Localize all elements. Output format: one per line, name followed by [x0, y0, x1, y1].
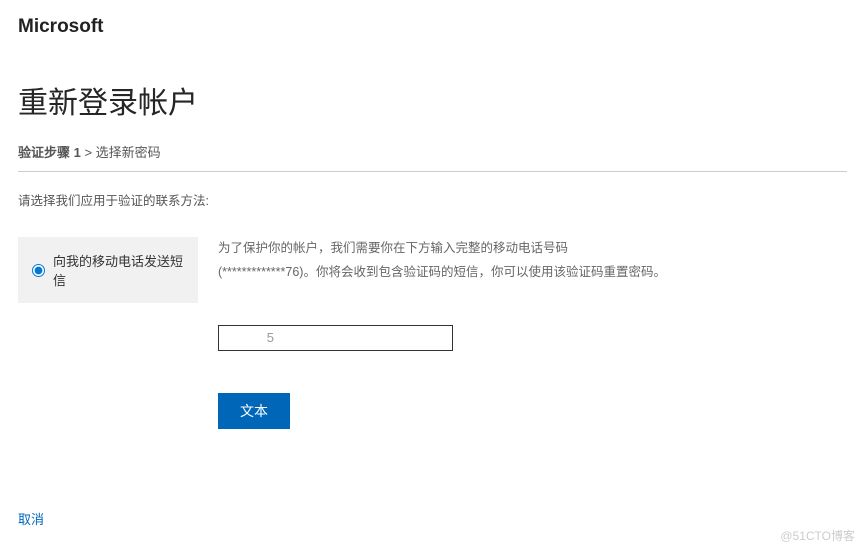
- verification-row: 向我的移动电话发送短信 为了保护你的帐户，我们需要你在下方输入完整的移动电话号码…: [18, 237, 847, 429]
- breadcrumb: 验证步骤 1 > 选择新密码: [18, 142, 847, 161]
- submit-button[interactable]: 文本: [218, 393, 290, 429]
- watermark: @51CTO博客: [780, 527, 855, 544]
- sms-option-label: 向我的移动电话发送短信: [53, 251, 184, 289]
- instruction-text: 请选择我们应用于验证的联系方法:: [18, 190, 847, 209]
- breadcrumb-next: 选择新密码: [96, 145, 161, 160]
- description-line-1: 为了保护你的帐户，我们需要你在下方输入完整的移动电话号码: [218, 237, 847, 261]
- cancel-link[interactable]: 取消: [18, 509, 44, 528]
- brand-logo: Microsoft: [18, 16, 847, 38]
- verification-details: 为了保护你的帐户，我们需要你在下方输入完整的移动电话号码 (**********…: [218, 237, 847, 429]
- divider: [18, 171, 847, 172]
- breadcrumb-current: 验证步骤 1: [18, 145, 81, 160]
- sms-option[interactable]: 向我的移动电话发送短信: [32, 251, 184, 289]
- sms-radio[interactable]: [32, 264, 45, 277]
- description-line-2: (*************76)。你将会收到包含验证码的短信，你可以使用该验证…: [218, 261, 847, 285]
- page-title: 重新登录帐户: [18, 78, 847, 122]
- verification-option-panel: 向我的移动电话发送短信: [18, 237, 198, 303]
- breadcrumb-separator: >: [81, 145, 96, 160]
- phone-input[interactable]: [218, 325, 453, 351]
